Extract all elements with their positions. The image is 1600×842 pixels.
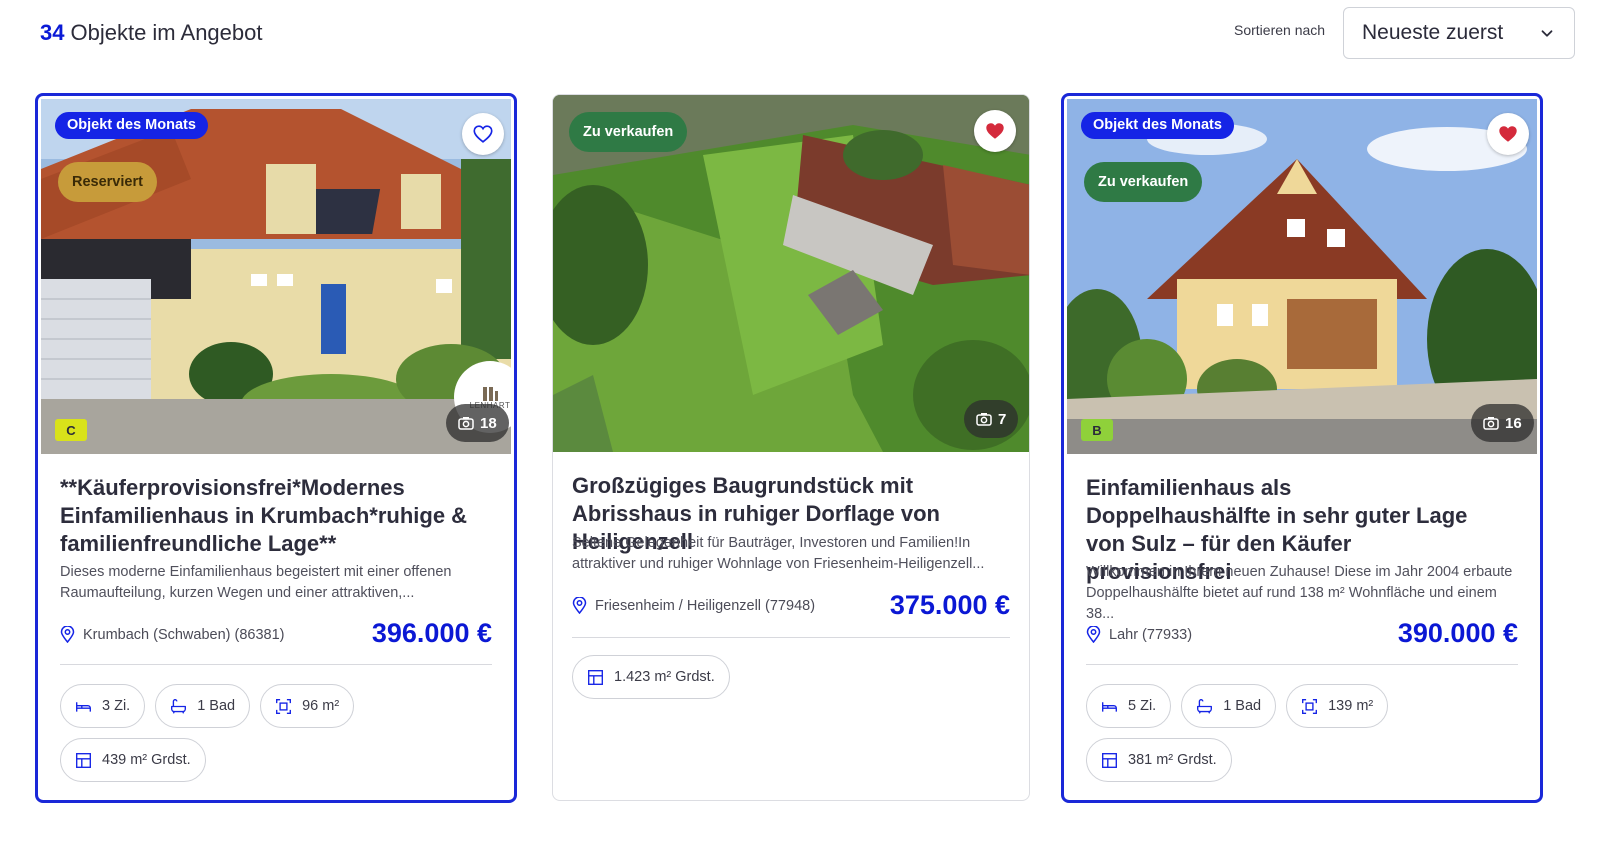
chip-plot-area: 1.423 m² Grdst. <box>572 655 730 699</box>
bathtub-icon <box>171 698 187 714</box>
building-logo-icon <box>483 386 498 401</box>
listing-location: Friesenheim / Heiligenzell (77948) <box>572 597 815 614</box>
badge-status: Reserviert <box>58 162 157 202</box>
chip-plot-area: 439 m² Grdst. <box>60 738 206 782</box>
listing-title[interactable]: **Käuferprovisionsfrei*Modernes Einfamil… <box>60 474 496 558</box>
chip-living-area-label: 96 m² <box>302 698 340 714</box>
camera-icon <box>1483 417 1499 430</box>
location-pin-icon <box>572 597 587 614</box>
photo-count[interactable]: 16 <box>1471 404 1534 442</box>
heart-filled-icon <box>1499 126 1517 142</box>
area-icon <box>276 698 292 714</box>
house-photo <box>41 99 511 454</box>
location-pin-icon <box>1086 626 1101 643</box>
chip-baths: 1 Bad <box>155 684 251 728</box>
listing-location-text: Krumbach (Schwaben) (86381) <box>83 626 285 643</box>
chip-living-area: 96 m² <box>260 684 355 728</box>
badge-object-of-month: Objekt des Monats <box>1081 112 1234 139</box>
photo-count[interactable]: 18 <box>446 404 509 442</box>
energy-class-badge: C <box>55 419 87 441</box>
bed-icon <box>76 701 91 712</box>
sort-select-value: Neueste zuerst <box>1362 21 1504 44</box>
floorplan-icon <box>1102 752 1117 768</box>
listing-description: Willkommen in Ihrem neuen Zuhause! Diese… <box>1086 564 1513 622</box>
results-header: 34 Objekte im Angebot Sortieren nach Neue… <box>0 0 1600 70</box>
results-count-label: Objekte im Angebot <box>70 20 263 45</box>
camera-icon <box>458 417 474 430</box>
listing-location-text: Lahr (77933) <box>1109 626 1193 643</box>
chip-baths: 1 Bad <box>1181 684 1277 728</box>
card-divider <box>572 637 1010 638</box>
listing-price: 390.000 € <box>1397 618 1518 648</box>
energy-class-badge: B <box>1081 419 1113 441</box>
house-photo <box>1067 99 1537 454</box>
results-count: 34 Objekte im Angebot <box>40 20 263 46</box>
badge-status: Zu verkaufen <box>1084 162 1203 202</box>
chip-living-area-label: 139 m² <box>1328 698 1374 714</box>
chip-living-area: 139 m² <box>1286 684 1389 728</box>
feature-chips: 1.423 m² Grdst. <box>572 655 1007 699</box>
badge-status: Zu verkaufen <box>569 112 688 152</box>
photo-count[interactable]: 7 <box>964 400 1019 438</box>
listing-price: 396.000 € <box>371 618 492 648</box>
chip-rooms-label: 3 Zi. <box>102 698 131 714</box>
photo-count-value: 7 <box>998 410 1007 428</box>
chevron-down-icon <box>1541 30 1553 37</box>
favorite-button[interactable] <box>462 113 504 155</box>
chip-plot-area-label: 439 m² Grdst. <box>102 752 191 768</box>
heart-outline-icon <box>473 125 493 143</box>
listing-description: Dieses moderne Einfamilienhaus begeister… <box>60 564 452 601</box>
card-divider <box>1086 664 1518 665</box>
listing-card[interactable]: Objekt des Monats Reserviert LENHART C 1… <box>35 93 517 803</box>
bathtub-icon <box>1197 698 1213 714</box>
chip-baths-label: 1 Bad <box>197 698 236 714</box>
feature-chips: 5 Zi. 1 Bad 139 m² 381 m² Grdst. <box>1086 684 1518 782</box>
results-count-number: 34 <box>40 20 65 45</box>
photo-count-value: 16 <box>1505 414 1522 432</box>
floorplan-icon <box>76 752 91 768</box>
listing-location-text: Friesenheim / Heiligenzell (77948) <box>595 597 816 614</box>
listing-location: Lahr (77933) <box>1086 626 1192 643</box>
listing-photo[interactable]: Objekt des Monats Zu verkaufen B 16 <box>1067 99 1537 454</box>
sort-label: Sortieren nach <box>1234 22 1326 38</box>
bed-icon <box>1102 701 1117 712</box>
chip-rooms: 5 Zi. <box>1086 684 1172 728</box>
favorite-button[interactable] <box>974 110 1016 152</box>
listing-location: Krumbach (Schwaben) (86381) <box>60 626 285 643</box>
feature-chips: 3 Zi. 1 Bad 96 m² 439 m² Grdst. <box>60 684 492 782</box>
chip-plot-area: 381 m² Grdst. <box>1086 738 1232 782</box>
listing-card[interactable]: Objekt des Monats Zu verkaufen B 16 Einf… <box>1061 93 1543 803</box>
location-pin-icon <box>60 626 75 643</box>
area-icon <box>1302 698 1318 714</box>
card-divider <box>60 664 492 665</box>
listing-photo[interactable]: Objekt des Monats Reserviert LENHART C 1… <box>41 99 511 454</box>
listing-price: 375.000 € <box>889 590 1010 620</box>
floorplan-icon <box>588 669 603 685</box>
photo-count-value: 18 <box>480 414 497 432</box>
chip-rooms-label: 5 Zi. <box>1128 698 1157 714</box>
listing-photo[interactable]: Zu verkaufen 7 <box>553 95 1029 452</box>
sort-select[interactable]: Neueste zuerst <box>1343 7 1575 59</box>
chip-plot-area-label: 1.423 m² Grdst. <box>614 669 715 685</box>
chip-baths-label: 1 Bad <box>1223 698 1262 714</box>
favorite-button[interactable] <box>1487 113 1529 155</box>
heart-filled-icon <box>986 123 1004 139</box>
listing-card[interactable]: Zu verkaufen 7 Großzügiges Baugrundstück… <box>552 94 1030 801</box>
chip-rooms: 3 Zi. <box>60 684 146 728</box>
chip-plot-area-label: 381 m² Grdst. <box>1128 752 1217 768</box>
listing-description: Seltene Gelegenheit für Bauträger, Inves… <box>572 535 985 572</box>
badge-object-of-month: Objekt des Monats <box>55 112 208 139</box>
camera-icon <box>976 413 992 426</box>
